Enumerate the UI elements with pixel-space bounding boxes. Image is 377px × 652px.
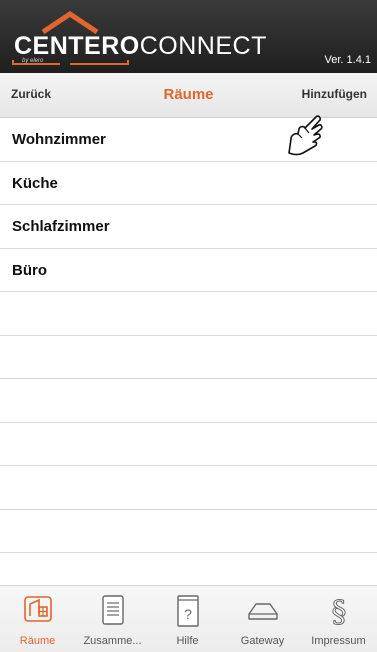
logo-bracket-right: [70, 60, 129, 65]
tab-zusammenfassung[interactable]: Zusamme...: [75, 586, 150, 652]
tab-label: Hilfe: [176, 635, 199, 647]
version-label: Ver. 1.4.1: [324, 54, 371, 66]
logo-light-text: CONNECT: [139, 32, 267, 60]
empty-row: [0, 292, 377, 336]
svg-text:?: ?: [184, 606, 192, 622]
pointing-hand-icon: [288, 115, 323, 156]
tab-label: Gateway: [240, 635, 285, 647]
help-icon: ?: [176, 595, 199, 627]
tab-label: Räume: [19, 635, 56, 647]
room-label: Wohnzimmer: [12, 131, 106, 148]
rooms-list: Wohnzimmer Küche Schlafzimmer Büro: [0, 118, 377, 597]
tab-label: Impressum: [311, 635, 366, 647]
centero-logo: CENTEROCONNECT by elero: [12, 8, 266, 65]
gateway-icon: [247, 603, 278, 620]
tab-hilfe[interactable]: ? Hilfe: [150, 586, 225, 652]
empty-row: [0, 336, 377, 379]
room-label: Schlafzimmer: [12, 218, 110, 235]
app-header: CENTEROCONNECT by elero Ver. 1.4.1: [0, 0, 377, 73]
tab-bar: Räume Zusamme... ? Hilfe Gateway § Impre…: [0, 585, 377, 652]
tab-label: Zusamme...: [83, 635, 142, 647]
paragraph-icon: §: [331, 595, 347, 629]
list-icon: [101, 595, 124, 625]
logo-by-elero: by elero: [22, 58, 44, 64]
room-row-schlafzimmer[interactable]: Schlafzimmer: [0, 205, 377, 249]
empty-row: [0, 510, 377, 553]
tab-raeume[interactable]: Räume: [0, 586, 75, 652]
empty-row: [0, 379, 377, 423]
room-row-buero[interactable]: Büro: [0, 249, 377, 292]
tab-impressum[interactable]: § Impressum: [300, 586, 377, 652]
room-label: Büro: [12, 261, 47, 279]
rooms-icon: [23, 596, 52, 622]
empty-row: [0, 466, 377, 510]
add-button[interactable]: Hinzufügen: [302, 87, 367, 101]
svg-text:§: §: [331, 595, 346, 628]
room-label: Küche: [12, 174, 58, 192]
logo-bold-text: CENTERO: [14, 32, 140, 60]
house-roof-icon: [41, 10, 99, 34]
room-row-kueche[interactable]: Küche: [0, 162, 377, 205]
tab-gateway[interactable]: Gateway: [225, 586, 300, 652]
navigation-bar: Zurück Räume Hinzufügen: [0, 73, 377, 118]
empty-row: [0, 423, 377, 466]
